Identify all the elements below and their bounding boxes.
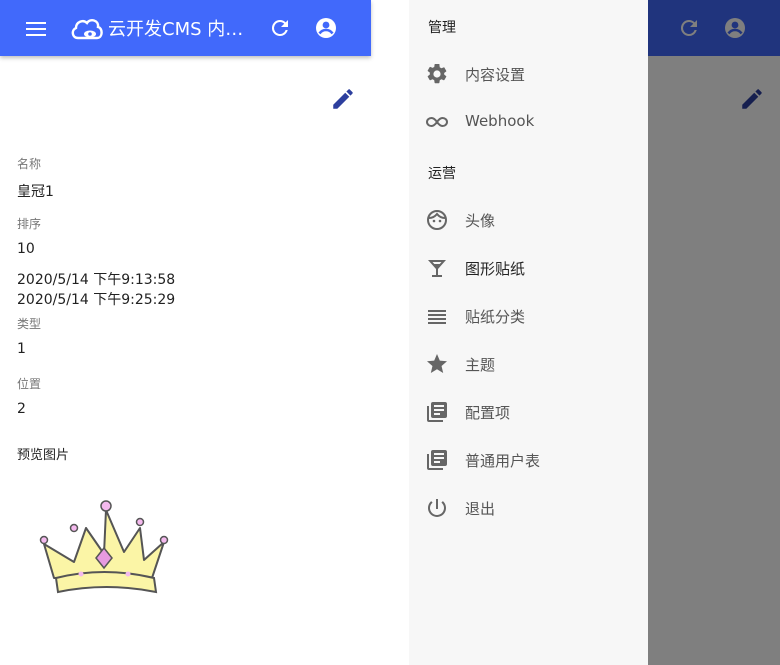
library-books-icon	[427, 402, 447, 422]
app-title: 云开发CMS 内容...	[108, 19, 258, 40]
drawer-item-themes[interactable]: 主题	[409, 340, 648, 388]
cocktail-icon	[428, 260, 446, 277]
edit-icon[interactable]	[330, 86, 356, 112]
gear-icon	[427, 63, 447, 84]
section-header-operations: 运营	[428, 166, 456, 182]
created-timestamp: 2020/5/14 下午9:13:58	[17, 272, 176, 288]
list-lines-icon	[428, 310, 446, 324]
drawer-item-label: 头像	[465, 212, 496, 230]
field-value-order: 10	[17, 241, 35, 257]
field-value-position: 2	[17, 401, 26, 417]
account-icon[interactable]	[314, 16, 338, 40]
crown-preview-image	[39, 500, 169, 594]
drawer-item-logout[interactable]: 退出	[409, 484, 648, 532]
drawer-item-label: 配置项	[465, 404, 511, 422]
field-label-order: 排序	[17, 217, 42, 231]
section-header-admin: 管理	[428, 20, 456, 36]
drawer-item-content-settings[interactable]: 内容设置	[409, 50, 648, 98]
field-label-position: 位置	[17, 377, 42, 391]
star-icon	[427, 354, 447, 373]
drawer-item-users[interactable]: 普通用户表	[409, 436, 648, 484]
app-bar: 云开发CMS 内容...	[0, 0, 371, 56]
drawer-item-label: Webhook	[465, 112, 535, 130]
drawer-item-label: 普通用户表	[465, 452, 541, 470]
drawer-item-label: 退出	[465, 500, 496, 518]
menu-icon[interactable]	[24, 18, 48, 38]
field-value-type: 1	[17, 341, 26, 357]
drawer-item-config[interactable]: 配置项	[409, 388, 648, 436]
refresh-icon[interactable]	[268, 16, 292, 40]
drawer-item-stickers[interactable]: 图形贴纸	[409, 244, 648, 292]
drawer-item-label: 主题	[465, 356, 496, 374]
preview-label: 预览图片	[17, 448, 70, 463]
drawer-item-label: 图形贴纸	[465, 260, 526, 278]
field-label-name: 名称	[17, 157, 42, 171]
drawer-item-webhook[interactable]: Webhook	[409, 98, 648, 146]
field-label-type: 类型	[17, 317, 42, 331]
navigation-drawer: 管理 内容设置 Webhook 运营 头像 图形贴纸 贴纸分类 主题 配置项 普…	[409, 0, 648, 665]
infinity-icon	[425, 116, 449, 128]
field-value-name: 皇冠1	[17, 184, 54, 200]
drawer-item-avatar[interactable]: 头像	[409, 196, 648, 244]
drawer-item-label: 内容设置	[465, 66, 526, 84]
cloud-logo-icon	[71, 19, 103, 40]
drawer-item-sticker-categories[interactable]: 贴纸分类	[409, 292, 648, 340]
updated-timestamp: 2020/5/14 下午9:25:29	[17, 292, 176, 308]
library-books-icon	[427, 450, 447, 470]
detail-screen: 云开发CMS 内容... 名称 皇冠1 排序 10 2020/5/14 下午9:…	[0, 0, 371, 665]
power-icon	[428, 499, 446, 517]
drawer-item-label: 贴纸分类	[465, 308, 526, 326]
face-icon	[427, 210, 447, 230]
